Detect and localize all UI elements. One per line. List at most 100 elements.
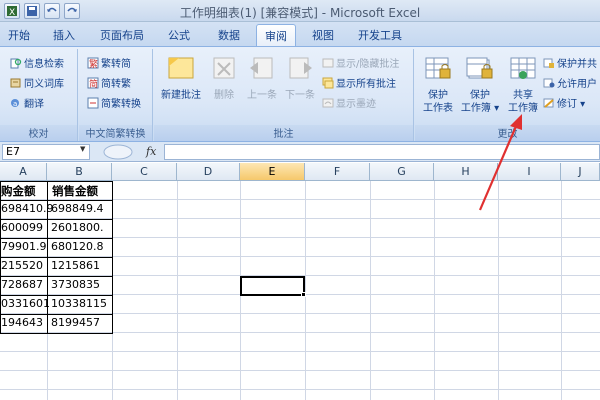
fx-area: fx [96,144,161,160]
allow-users-icon [543,78,555,88]
show-all-comments-button[interactable]: 显示所有批注 [322,75,396,93]
protect-sheet-label-1: 保护 [428,90,448,101]
column-header-d[interactable]: D [177,163,240,181]
protect-sheet-label-2: 工作表 [423,103,453,114]
tab-review[interactable]: 审阅 [256,24,296,47]
tab-home[interactable]: 开始 [8,27,30,43]
svg-text:a: a [13,100,17,108]
share-workbook-icon [510,57,536,79]
delete-comment-label: 删除 [214,90,234,101]
allow-users-button[interactable]: 允许用户 [543,75,597,93]
tab-insert[interactable]: 插入 [53,27,75,43]
thesaurus-label: 同义词库 [24,79,64,90]
name-box-dropdown-icon[interactable]: ▼ [80,145,85,153]
tab-view[interactable]: 视图 [312,27,334,43]
trad-to-simp-icon: 繁 [87,57,99,69]
show-all-comments-label: 显示所有批注 [336,79,396,90]
group-comments-label: 批注 [154,125,413,141]
show-ink-button[interactable]: 显示墨迹 [322,95,376,113]
translate-label: 翻译 [24,99,44,110]
convert-button[interactable]: 简繁转换 [87,95,141,113]
table-header-sales: 销售金额 [52,184,98,198]
convert-icon [87,97,99,109]
group-comments: 新建批注 删除 上一条 下一条 显示/隐藏批注 显示所有批注 显示墨迹 批注 [154,49,414,141]
table-cell-a5[interactable]: 215520 [1,259,43,272]
table-cell-a4[interactable]: 79901.9 [1,240,47,253]
table-cell-b6[interactable]: 3730835 [51,278,100,291]
tab-formulas[interactable]: 公式 [168,27,190,43]
delete-comment-icon [213,57,235,79]
new-comment-button[interactable]: 新建批注 [158,55,204,102]
svg-text:繁: 繁 [89,58,98,69]
table-cell-a3[interactable]: 600099 [1,221,43,234]
table-cell-b8[interactable]: 8199457 [51,316,100,329]
translate-icon: a [11,99,19,108]
next-comment-icon [289,57,312,79]
simp-to-trad-label: 简转繁 [101,79,131,90]
formula-input[interactable] [164,144,600,160]
show-hide-comment-button[interactable]: 显示/隐藏批注 [322,55,399,73]
protect-sheet-icon [425,57,451,79]
protect-workbook-button[interactable]: 保护 工作簿 ▾ [459,55,501,115]
table-cell-a2[interactable]: 698410.9 [1,202,54,215]
previous-comment-button[interactable]: 上一条 [242,55,282,102]
table-cell-b4[interactable]: 680120.8 [51,240,104,253]
insert-function-icon[interactable]: fx [146,145,156,158]
show-all-comments-icon [322,77,334,89]
table-cell-b7[interactable]: 10338115 [51,297,107,310]
previous-comment-label: 上一条 [247,90,277,101]
trad-to-simp-label: 繁转简 [101,59,131,70]
table-cell-a8[interactable]: 194643 [1,316,43,329]
allow-users-label: 允许用户 [557,79,597,90]
column-header-g[interactable]: G [370,163,434,181]
track-changes-dropdown-icon[interactable]: ▾ [577,99,585,110]
table-cell-a6[interactable]: 728687 [1,278,43,291]
tab-data[interactable]: 数据 [218,27,240,43]
translate-button[interactable]: a 翻译 [10,95,44,113]
column-header-f[interactable]: F [305,163,370,181]
new-comment-icon [168,57,194,79]
share-workbook-label-1: 共享 [513,90,533,101]
group-proofing: 信息检索 同义词库 a 翻译 校对 [0,49,78,141]
column-header-c[interactable]: C [112,163,177,181]
next-comment-label: 下一条 [285,90,315,101]
tab-page-layout[interactable]: 页面布局 [100,27,144,43]
group-chinese-label: 中文简繁转换 [79,125,152,141]
svg-text:简: 简 [89,78,98,89]
new-comment-label: 新建批注 [161,90,201,101]
next-comment-button[interactable]: 下一条 [280,55,320,102]
column-header-b[interactable]: B [47,163,112,181]
show-ink-label: 显示墨迹 [336,99,376,110]
research-label: 信息检索 [24,59,64,70]
table-cell-b3[interactable]: 2601800. [51,221,104,234]
simp-to-trad-button[interactable]: 简简转繁 [87,75,131,93]
track-changes-button[interactable]: 修订 ▾ [543,95,585,113]
trad-to-simp-button[interactable]: 繁繁转简 [87,55,131,73]
simp-to-trad-icon: 简 [87,77,99,89]
table-cell-b2[interactable]: 698849.4 [51,202,104,215]
track-changes-label: 修订 [557,99,577,110]
convert-label: 简繁转换 [101,99,141,110]
protect-workbook-icon [466,57,493,79]
column-header-a[interactable]: A [0,163,47,181]
fill-handle[interactable] [301,292,306,297]
track-changes-icon [543,98,554,108]
name-box[interactable]: E7 [2,144,90,160]
tab-developer[interactable]: 开发工具 [358,27,402,43]
title-bar: X 工作明细表(1) [兼容模式] - Microsoft Excel [0,0,600,22]
thesaurus-button[interactable]: 同义词库 [10,75,64,93]
thesaurus-icon [10,78,21,88]
column-header-e[interactable]: E [240,163,305,181]
ribbon-tab-bar: 开始 插入 页面布局 公式 数据 审阅 视图 开发工具 [0,22,600,47]
delete-comment-button[interactable]: 删除 [206,55,242,102]
table-cell-a7[interactable]: 0331601 [1,297,50,310]
research-icon [10,58,22,69]
show-ink-icon [322,98,334,108]
research-button[interactable]: 信息检索 [10,55,64,73]
column-header-j[interactable]: J [561,163,600,181]
share-workbook-button[interactable]: 共享 工作簿 [503,55,543,115]
table-cell-b5[interactable]: 1215861 [51,259,100,272]
active-cell-e7[interactable] [240,276,305,296]
protect-sheet-button[interactable]: 保护 工作表 [419,55,457,115]
protect-and-share-button[interactable]: 保护并共 [543,55,597,73]
